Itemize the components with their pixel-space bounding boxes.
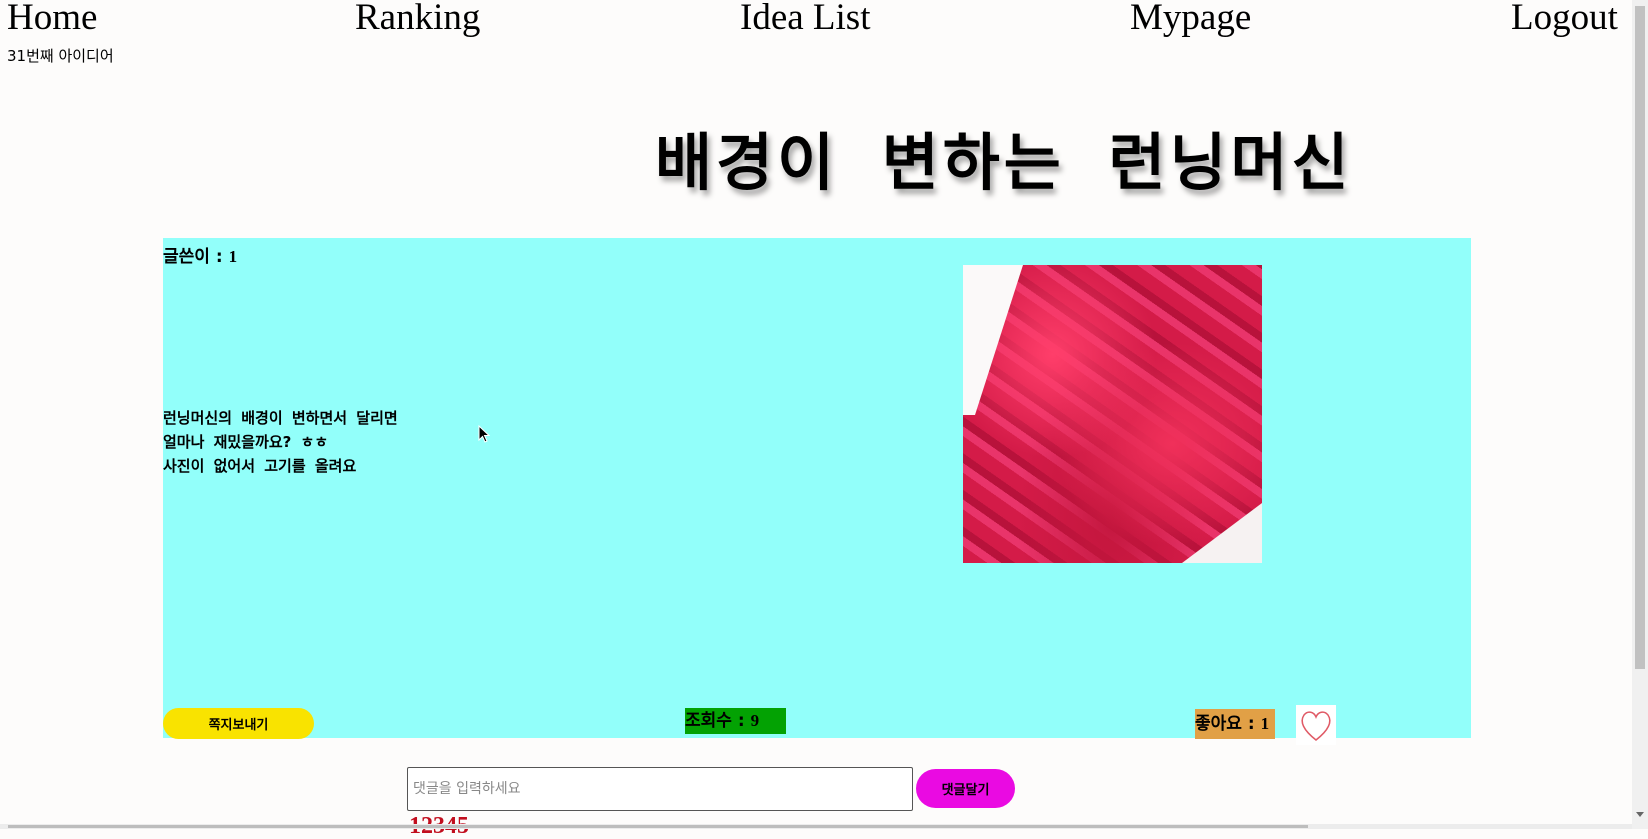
likes-count: 1 xyxy=(1260,714,1270,733)
nav-ranking-link[interactable]: Ranking xyxy=(355,0,480,40)
nav-idea-list-link[interactable]: Idea List xyxy=(740,0,870,40)
idea-number: 31번째 아이디어 xyxy=(7,47,114,65)
submit-comment-button[interactable]: 댓글달기 xyxy=(916,769,1015,808)
nav-logout-link[interactable]: Logout xyxy=(1511,0,1618,40)
page-title: 배경이 변하는 런닝머신 xyxy=(655,126,1353,199)
post-content: 런닝머신의 배경이 변하면서 달리면 얼마나 재밌을까요? ㅎㅎ 사진이 없어서… xyxy=(163,409,398,475)
nav-home-link[interactable]: Home xyxy=(7,0,97,40)
author-value: 1 xyxy=(228,247,238,266)
views-count: 9 xyxy=(750,711,760,730)
vertical-scrollbar-thumb[interactable] xyxy=(1635,6,1645,669)
heart-outline-icon xyxy=(1301,711,1331,741)
horizontal-scrollbar-thumb[interactable] xyxy=(8,825,1308,828)
author-label: 글쓴이 : xyxy=(163,247,229,267)
author-info: 글쓴이 : 1 xyxy=(163,242,237,267)
nav-mypage-link[interactable]: Mypage xyxy=(1130,0,1251,40)
views-label: 조회수 : xyxy=(685,711,751,731)
vertical-scrollbar[interactable] xyxy=(1632,0,1648,829)
views-badge: 조회수 : 9 xyxy=(685,708,786,734)
comment-input[interactable] xyxy=(407,767,913,811)
post-image xyxy=(963,265,1262,563)
likes-badge: 좋아요 : 1 xyxy=(1195,709,1275,739)
likes-label: 좋아요 : xyxy=(1195,714,1261,734)
scroll-down-arrow-icon[interactable] xyxy=(1636,812,1644,817)
post-panel: 글쓴이 : 1 런닝머신의 배경이 변하면서 달리면 얼마나 재밌을까요? ㅎㅎ… xyxy=(163,238,1471,745)
horizontal-scrollbar[interactable] xyxy=(0,824,1632,829)
like-button[interactable] xyxy=(1296,705,1336,745)
send-message-button[interactable]: 쪽지보내기 xyxy=(163,708,314,739)
mouse-cursor-icon xyxy=(478,425,490,443)
